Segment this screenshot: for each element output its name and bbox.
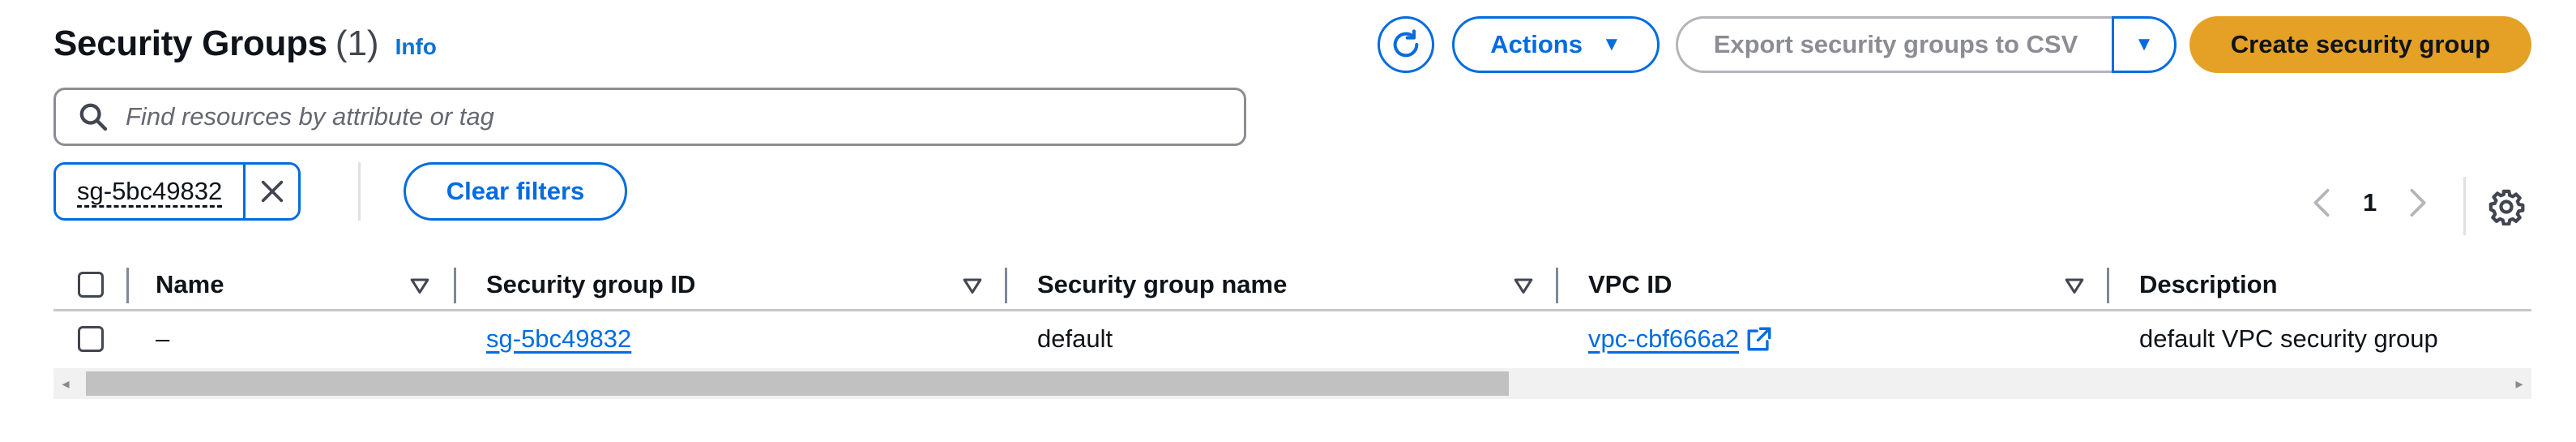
sort-icon[interactable] (408, 274, 431, 297)
table-header: Name Security group ID Security group na… (53, 260, 2531, 311)
sort-icon[interactable] (2063, 274, 2086, 297)
search-input[interactable] (126, 102, 1179, 131)
scroll-right-icon[interactable]: ▸ (2507, 368, 2531, 399)
divider (358, 162, 361, 221)
external-link-icon[interactable] (1745, 325, 1773, 353)
column-header-name[interactable]: Name (156, 260, 224, 309)
refresh-button[interactable] (1378, 16, 1434, 73)
create-label: Create security group (2230, 30, 2491, 58)
search-icon (79, 103, 108, 131)
vpc-id-cell: vpc-cbf666a2 (1588, 311, 1773, 367)
row-checkbox[interactable] (78, 326, 104, 352)
cell-description: default VPC security group (2139, 324, 2438, 353)
security-group-id-link[interactable]: sg-5bc49832 (486, 311, 631, 367)
column-divider[interactable] (1005, 268, 1007, 303)
page-title: Security Groups (53, 24, 327, 63)
clear-filters-button[interactable]: Clear filters (404, 162, 627, 221)
refresh-icon (1393, 29, 1419, 58)
vpc-id-link[interactable]: vpc-cbf666a2 (1588, 324, 1739, 354)
divider (2463, 177, 2466, 235)
row-select-cell (78, 311, 104, 367)
info-link[interactable]: Info (395, 34, 437, 60)
select-all-cell (78, 260, 104, 309)
cell-name: – (156, 324, 170, 353)
remove-filter-button[interactable] (243, 165, 299, 218)
column-divider[interactable] (126, 268, 129, 303)
chevron-left-icon[interactable] (2309, 187, 2334, 218)
resource-count: (1) (335, 24, 379, 63)
horizontal-scrollbar[interactable]: ◂ ▸ (53, 368, 2531, 399)
select-all-checkbox[interactable] (78, 271, 104, 298)
column-divider[interactable] (454, 268, 456, 303)
scroll-left-icon[interactable]: ◂ (53, 368, 78, 399)
search-bar[interactable] (53, 88, 1246, 146)
actions-dropdown-button[interactable]: Actions ▼ (1452, 16, 1660, 73)
column-header-vpc-id[interactable]: VPC ID (1588, 260, 1672, 309)
filter-token: sg-5bc49832 (53, 162, 301, 221)
export-csv-button[interactable]: Export security groups to CSV (1676, 16, 2113, 73)
cell-security-group-name: default (1037, 324, 1113, 353)
gear-icon[interactable] (2488, 188, 2525, 225)
filter-token-label[interactable]: sg-5bc49832 (56, 165, 244, 218)
export-options-dropdown[interactable]: ▼ (2112, 16, 2177, 73)
column-header-security-group-id[interactable]: Security group ID (486, 260, 695, 309)
pagination: 1 (2309, 177, 2430, 229)
chevron-right-icon[interactable] (2406, 187, 2430, 218)
page-header: Security Groups (1) Info (53, 18, 437, 70)
column-divider[interactable] (1556, 268, 1558, 303)
column-header-description[interactable]: Description (2139, 260, 2278, 309)
caret-down-icon: ▼ (2134, 33, 2154, 55)
column-divider[interactable] (2107, 268, 2109, 303)
current-page[interactable]: 1 (2363, 188, 2377, 217)
column-header-security-group-name[interactable]: Security group name (1037, 260, 1287, 309)
close-icon (261, 180, 283, 203)
security-groups-table: Name Security group ID Security group na… (53, 260, 2531, 367)
sort-icon[interactable] (1512, 274, 1535, 297)
sort-icon[interactable] (961, 274, 984, 297)
create-security-group-button[interactable]: Create security group (2189, 16, 2531, 73)
export-label: Export security groups to CSV (1713, 30, 2078, 58)
caret-down-icon: ▼ (1601, 33, 1621, 55)
actions-label: Actions (1490, 30, 1583, 58)
table-row[interactable]: – sg-5bc49832 default vpc-cbf666a2 defau… (53, 311, 2531, 367)
scrollbar-thumb[interactable] (86, 371, 1509, 396)
